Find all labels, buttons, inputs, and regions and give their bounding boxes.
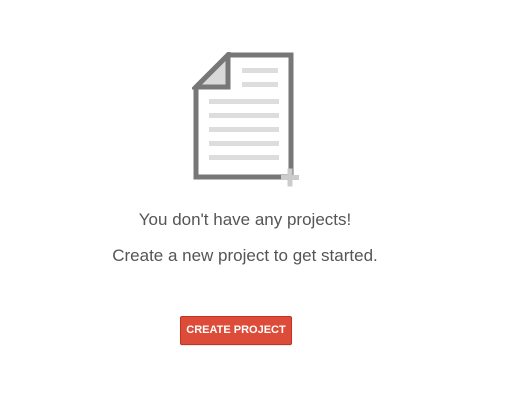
create-project-button[interactable]: CREATE PROJECT bbox=[180, 316, 292, 345]
empty-state-title: You don't have any projects! bbox=[138, 210, 352, 229]
empty-state-panel: You don't have any projects! Create a ne… bbox=[0, 0, 516, 410]
empty-state-subtitle: Create a new project to get started. bbox=[112, 246, 378, 265]
new-document-icon bbox=[192, 52, 299, 187]
